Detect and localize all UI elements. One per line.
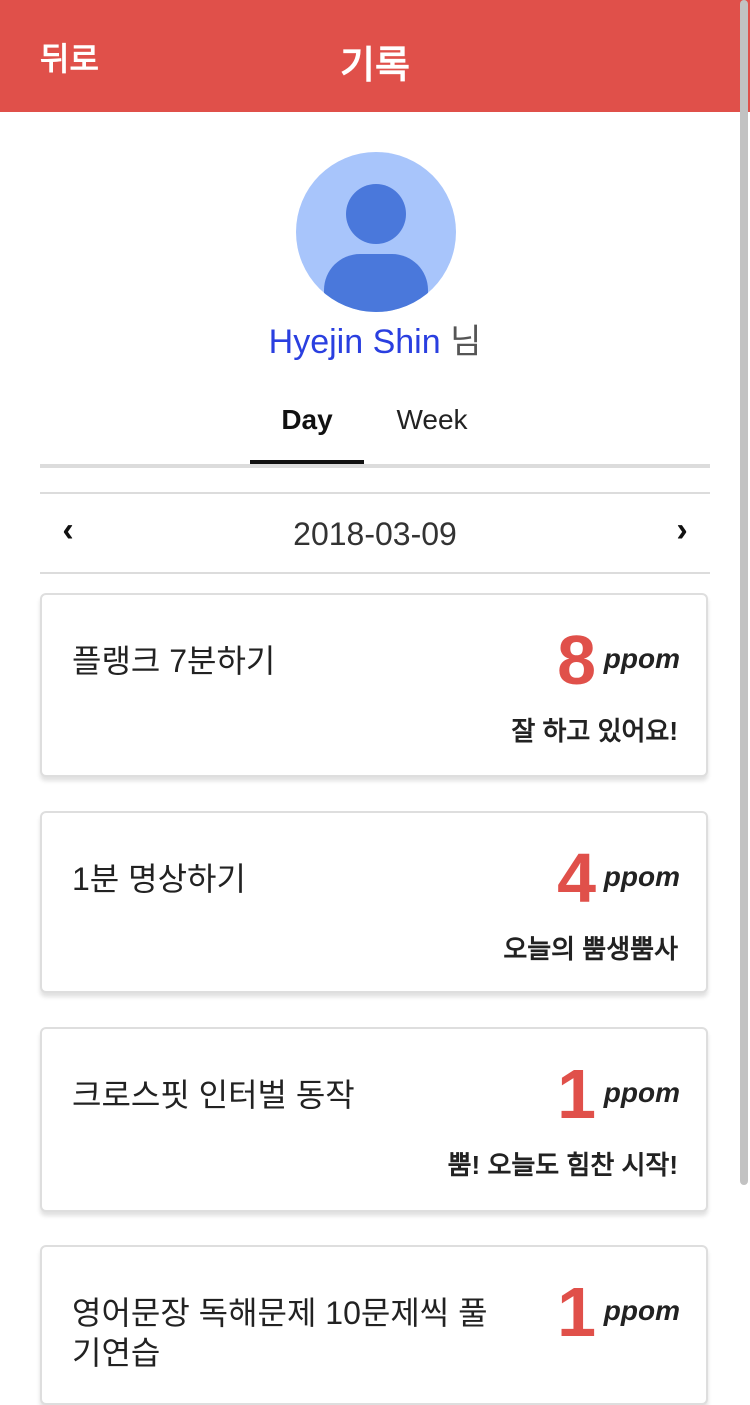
- active-tab-indicator: [250, 460, 364, 464]
- record-score: 1: [557, 1055, 596, 1133]
- record-card[interactable]: 플랭크 7분하기 8 ppom 잘 하고 있어요!: [40, 593, 708, 777]
- record-card[interactable]: 영어문장 독해문제 10문제씩 풀기연습 1 ppom: [40, 1245, 708, 1405]
- record-card[interactable]: 크로스핏 인터벌 동작 1 ppom 뿜! 오늘도 힘찬 시작!: [40, 1027, 708, 1212]
- avatar-body-shape: [324, 254, 428, 312]
- record-title: 크로스핏 인터벌 동작: [72, 1077, 355, 1113]
- period-tabs: Day Week: [40, 380, 710, 468]
- record-score: 8: [557, 621, 596, 699]
- user-suffix: 님: [450, 323, 482, 361]
- record-title: 영어문장 독해문제 10문제씩 풀기연습: [72, 1295, 488, 1371]
- current-date: 2018-03-09: [293, 516, 457, 552]
- record-message: 잘 하고 있어요!: [511, 716, 678, 746]
- record-message: 뿜! 오늘도 힘찬 시작!: [447, 1150, 678, 1180]
- record-title: 1분 명상하기: [72, 861, 246, 897]
- user-avatar-icon: [296, 152, 456, 312]
- record-unit: ppom: [603, 643, 680, 674]
- record-message: 오늘의 뿜생뿜사: [503, 934, 678, 964]
- top-app-bar: 뒤로 기록: [0, 0, 750, 112]
- date-navigator: ‹ 2018-03-09 ›: [40, 492, 710, 574]
- scrollbar[interactable]: [740, 0, 748, 1185]
- record-card[interactable]: 1분 명상하기 4 ppom 오늘의 뿜생뿜사: [40, 811, 708, 993]
- chevron-right-icon[interactable]: ›: [662, 512, 702, 552]
- user-greeting: Hyejin Shin 님: [0, 314, 750, 363]
- record-unit: ppom: [603, 861, 680, 892]
- tab-day[interactable]: Day: [250, 404, 364, 436]
- record-title: 플랭크 7분하기: [72, 643, 276, 679]
- tab-week[interactable]: Week: [370, 404, 494, 436]
- record-score: 1: [557, 1273, 596, 1351]
- page-title: 기록: [340, 45, 410, 87]
- avatar-head-shape: [346, 184, 406, 244]
- user-name: Hyejin Shin: [268, 323, 441, 361]
- record-score: 4: [557, 839, 596, 917]
- record-unit: ppom: [603, 1077, 680, 1108]
- record-unit: ppom: [603, 1295, 680, 1326]
